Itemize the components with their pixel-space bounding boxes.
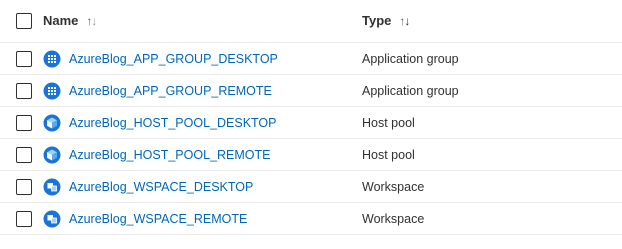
type-cell: Workspace [362,212,425,226]
name-cell: AzureBlog_HOST_POOL_REMOTE [43,146,270,164]
resource-name-link[interactable]: AzureBlog_APP_GROUP_REMOTE [69,84,272,98]
type-cell: Application group [362,52,459,66]
resource-name-link[interactable]: AzureBlog_HOST_POOL_DESKTOP [69,116,277,130]
table-row[interactable]: AzureBlog_HOST_POOL_REMOTE Host pool [0,139,622,171]
name-cell: AzureBlog_HOST_POOL_DESKTOP [43,114,277,132]
resource-name-link[interactable]: AzureBlog_HOST_POOL_REMOTE [69,148,270,162]
column-header-type-label: Type [362,13,392,28]
resource-name-link[interactable]: AzureBlog_WSPACE_DESKTOP [69,180,253,194]
column-header-name-label: Name [43,13,79,28]
application-group-icon [43,50,61,68]
row-checkbox[interactable] [16,147,32,163]
table-row[interactable]: AzureBlog_APP_GROUP_REMOTE Application g… [0,75,622,107]
resource-name-link[interactable]: AzureBlog_APP_GROUP_DESKTOP [69,52,278,66]
type-cell: Host pool [362,116,415,130]
table-row[interactable]: AzureBlog_WSPACE_DESKTOP Workspace [0,171,622,203]
column-header-name[interactable]: Name ↑ ↓ [43,13,97,28]
workspace-icon [43,210,61,228]
name-cell: AzureBlog_APP_GROUP_DESKTOP [43,50,278,68]
table-row[interactable]: AzureBlog_HOST_POOL_DESKTOP Host pool [0,107,622,139]
resource-list-table: Name ↑ ↓ Type ↑ ↓ AzureBlog_APP_GROUP_DE… [0,0,622,235]
name-cell: AzureBlog_APP_GROUP_REMOTE [43,82,272,100]
sort-arrows-icon[interactable]: ↑ ↓ [399,14,410,28]
select-all-checkbox[interactable] [16,13,32,29]
row-checkbox[interactable] [16,179,32,195]
type-cell: Host pool [362,148,415,162]
host-pool-icon [43,114,61,132]
table-header-row: Name ↑ ↓ Type ↑ ↓ [0,0,622,43]
workspace-icon [43,178,61,196]
resource-name-link[interactable]: AzureBlog_WSPACE_REMOTE [69,212,247,226]
host-pool-icon [43,146,61,164]
name-cell: AzureBlog_WSPACE_REMOTE [43,210,247,228]
table-row[interactable]: AzureBlog_APP_GROUP_DESKTOP Application … [0,43,622,75]
application-group-icon [43,82,61,100]
sort-arrows-icon[interactable]: ↑ ↓ [86,14,97,28]
row-checkbox[interactable] [16,83,32,99]
row-checkbox[interactable] [16,51,32,67]
type-cell: Workspace [362,180,425,194]
type-cell: Application group [362,84,459,98]
name-cell: AzureBlog_WSPACE_DESKTOP [43,178,253,196]
row-checkbox[interactable] [16,115,32,131]
table-row[interactable]: AzureBlog_WSPACE_REMOTE Workspace [0,203,622,235]
column-header-type[interactable]: Type ↑ ↓ [362,13,410,28]
row-checkbox[interactable] [16,211,32,227]
